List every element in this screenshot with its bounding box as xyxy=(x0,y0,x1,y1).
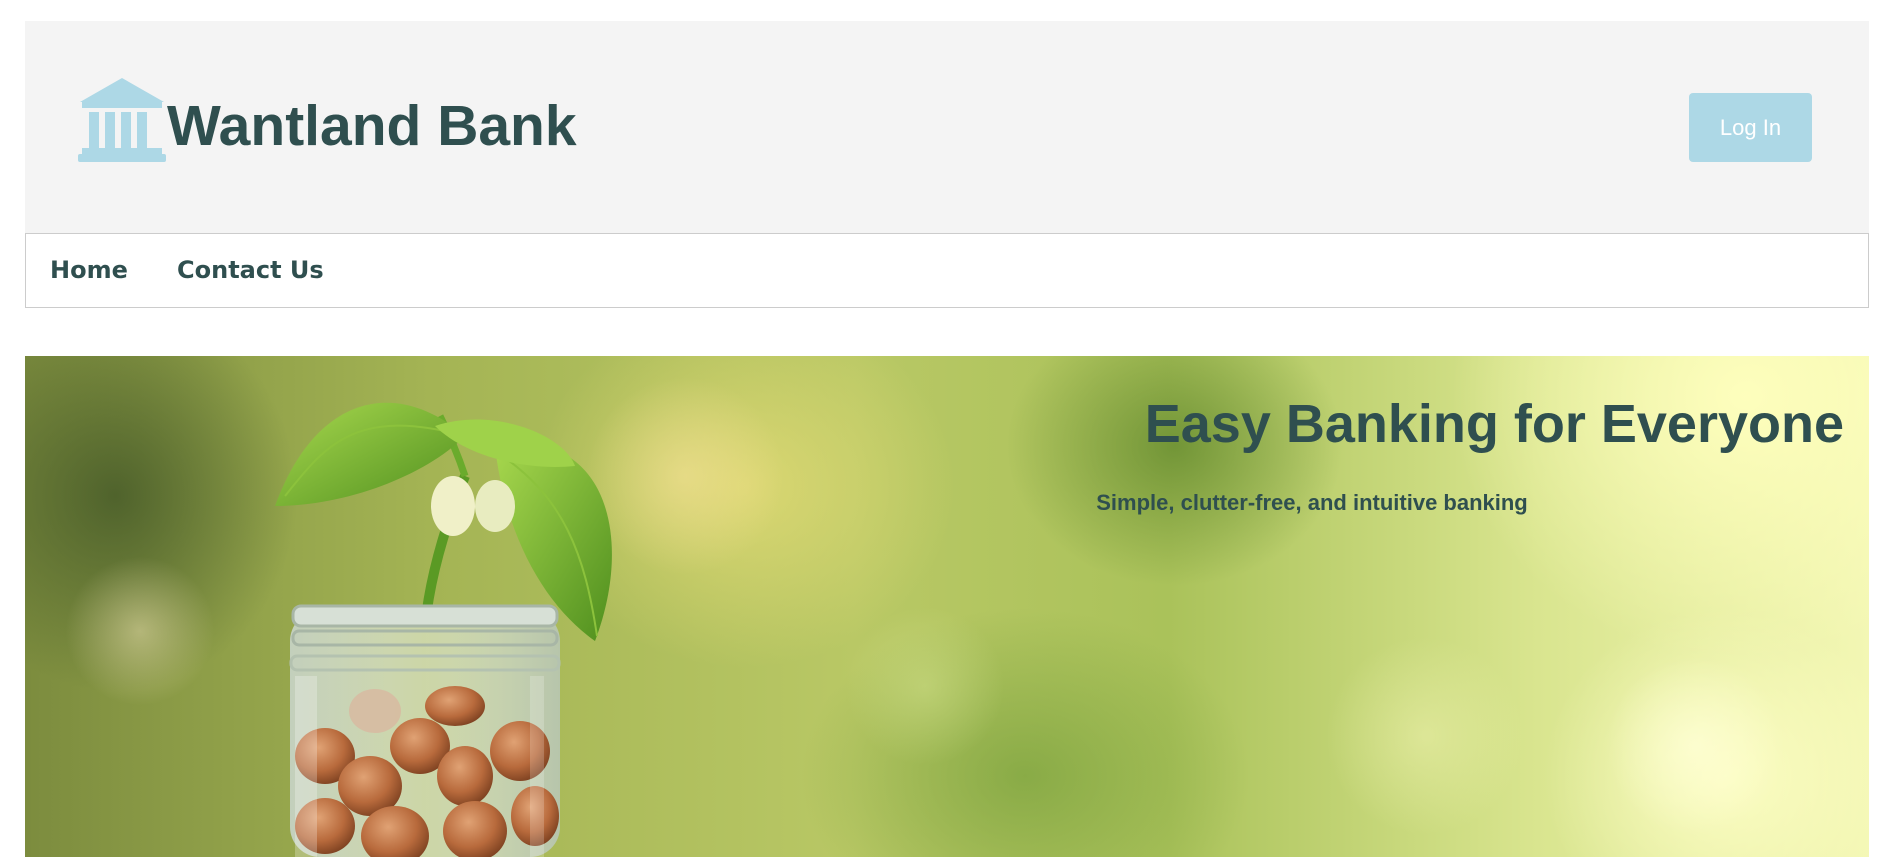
plant-coin-jar-image xyxy=(275,402,612,857)
brand-name: Wantland Bank xyxy=(167,94,577,158)
site-header: Wantland Bank Log In xyxy=(25,21,1869,233)
main-nav: Home Contact Us xyxy=(25,233,1869,308)
bank-building-icon xyxy=(78,78,166,162)
nav-item-contact-us[interactable]: Contact Us xyxy=(177,234,324,307)
bokeh-light xyxy=(1325,636,1525,836)
bokeh-light xyxy=(845,606,1005,766)
bokeh-light xyxy=(1605,656,1785,836)
hero-title: Easy Banking for Everyone xyxy=(1144,394,1844,454)
login-button[interactable]: Log In xyxy=(1689,93,1812,162)
hero-banner: Easy Banking for Everyone Simple, clutte… xyxy=(25,356,1869,857)
nav-item-home[interactable]: Home xyxy=(50,234,128,307)
hero-subtitle: Simple, clutter-free, and intuitive bank… xyxy=(1096,490,1528,515)
